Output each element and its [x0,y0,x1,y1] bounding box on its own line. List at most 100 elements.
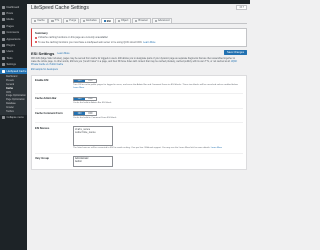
summary-row: To use the caching functions you must ha… [35,41,243,44]
sidebar-item-label: Tools [6,56,13,60]
learn-more-link[interactable]: Learn More [211,147,222,149]
toggle-on-option[interactable]: ON [74,112,85,115]
setting-row-esi-nonces: ESI Nonces stats_nonce subscribe_nonce T… [35,123,243,154]
sidebar-item-label: Media [6,18,14,22]
tab-object[interactable]: Object [114,17,132,23]
esi-learn-more-link[interactable]: Learn More [57,52,69,55]
comment-icon [2,31,5,35]
sidebar-item-label: Appearance [6,37,21,41]
setting-row-cache-admin-bar: Cache Admin Bar ON OFF Cache the build-i… [35,94,243,109]
dashboard-icon [2,5,5,9]
setting-row-enable-esi: Enable ESI ON OFF Turn ON to cache publi… [35,76,243,94]
esi-settings-form: Enable ESI ON OFF Turn ON to cache publi… [31,74,247,170]
learn-more-link[interactable]: Learn More [73,87,84,89]
setting-label: Enable ESI [35,78,49,82]
exclude-icon [83,19,86,22]
tab-cache[interactable]: Cache [31,17,48,23]
page-title: LiteSpeed Cache Settings [31,5,89,11]
summary-learn-more-link[interactable]: Learn More [143,41,155,44]
brush-icon [2,37,5,41]
litespeed-submenu: Dashboard Presets General Cache CDN Imag… [0,74,27,115]
section-title: ESI Settings Learn More [31,51,247,56]
tab-label: Purge [69,19,77,23]
enable-esi-toggle[interactable]: ON OFF [73,78,97,83]
sidebar-item-label: Dashboard [6,5,20,9]
setting-field: ON OFF Cache the build-in Admin Bar ESI … [73,96,243,105]
tab-label: TTL [54,19,60,23]
section-title-text: ESI Settings [31,50,55,56]
tab-esi[interactable]: ESI [100,17,114,24]
main-content: LiteSpeed Cache Settings v5.7 Cache TTL … [31,5,247,170]
setting-description: Cache the build-in Admin Bar ESI block. [73,102,112,105]
setting-field: Administrator Author [73,156,243,167]
sidebar-collapse-menu[interactable]: Collapse menu [0,115,27,121]
clock-icon [51,19,54,22]
object-icon [117,19,120,22]
summary-text: LSCache caching functions on this page a… [38,36,109,40]
summary-text: To use the caching functions you must ha… [38,40,143,44]
submenu-toolbox[interactable]: Toolbox [0,110,27,114]
tab-label: Excludes [86,19,97,23]
cache-comment-form-toggle[interactable]: ON OFF [73,111,97,116]
admin-bar [0,0,250,4]
tab-browser[interactable]: Browser [132,17,151,23]
tab-label: Advanced [157,19,170,23]
pin-icon [2,12,5,16]
plug-icon [2,44,5,48]
tab-advanced[interactable]: Advanced [151,17,173,23]
settings-icon [2,63,5,67]
sidebar-item-litespeed-cache[interactable]: LiteSpeed Cache [0,67,27,75]
sidebar-item-label: Comments [6,31,20,35]
setting-description: Turn ON to cache public pages for logged… [73,84,243,90]
setting-label: Vary Group [35,156,49,160]
setting-field: ON OFF Cache the build-in Comment Form E… [73,111,243,120]
toggle-on-option[interactable]: ON [74,97,85,100]
sidebar-item-label: Collapse menu [6,116,24,120]
save-changes-button[interactable]: Save Changes [223,50,247,55]
toggle-off-option[interactable]: OFF [85,112,96,115]
advanced-icon [154,19,157,22]
description-text: The listed nonces will be converted to E… [73,147,211,150]
sidebar-item-label: Settings [6,63,16,67]
setting-field: ON OFF Turn ON to cache public pages for… [73,78,243,90]
setting-label: ESI Nonces [35,126,50,130]
setting-description: The listed nonces will be converted to E… [73,147,243,150]
tab-label: Object [120,19,129,23]
warning-dot-icon [35,41,37,44]
vary-group-role[interactable]: Author [75,161,111,164]
litespeed-icon [2,69,5,73]
setting-row-cache-comment-form: Cache Comment Form ON OFF Cache the buil… [35,109,243,124]
cache-icon [34,19,37,22]
browser-icon [135,19,138,22]
sidebar-item-label: Pages [6,24,14,28]
tab-ttl[interactable]: TTL [48,17,63,23]
media-icon [2,18,5,22]
wrench-icon [2,56,5,60]
page-icon [2,24,5,28]
user-icon [2,50,5,54]
toggle-off-option[interactable]: OFF [85,79,96,82]
summary-title: Summary [35,31,48,35]
summary-notice: Summary LSCache caching functions on thi… [31,28,247,47]
cache-admin-bar-toggle[interactable]: ON OFF [73,96,97,101]
version-badge: v5.7 [236,5,247,10]
setting-field: stats_nonce subscribe_nonce The listed n… [73,125,243,150]
esi-samples-link[interactable]: ESI sample for developers [31,69,58,71]
warning-dot-icon [35,36,37,39]
sidebar-item-label: Users [6,50,14,54]
tab-label: ESI [106,19,111,23]
esi-intro: With ESI (Edge Side Includes), pages may… [31,58,241,68]
toggle-off-option[interactable]: OFF [85,97,96,100]
sidebar-item-label: Posts [6,12,14,16]
trash-icon [66,19,69,22]
setting-label: Cache Comment Form [35,111,63,115]
tab-purge[interactable]: Purge [63,17,80,23]
sidebar-item-label: LiteSpeed Cache [6,69,27,73]
esi-nonces-textarea[interactable]: stats_nonce subscribe_nonce [73,125,113,146]
vary-group-list: Administrator Author [73,156,113,167]
admin-sidebar: Dashboard Posts Media Pages Comments App… [0,4,27,250]
toggle-on-option[interactable]: ON [74,79,85,82]
sidebar-item-label: Plugins [6,44,16,48]
collapse-icon [2,116,5,120]
tab-excludes[interactable]: Excludes [80,17,100,23]
